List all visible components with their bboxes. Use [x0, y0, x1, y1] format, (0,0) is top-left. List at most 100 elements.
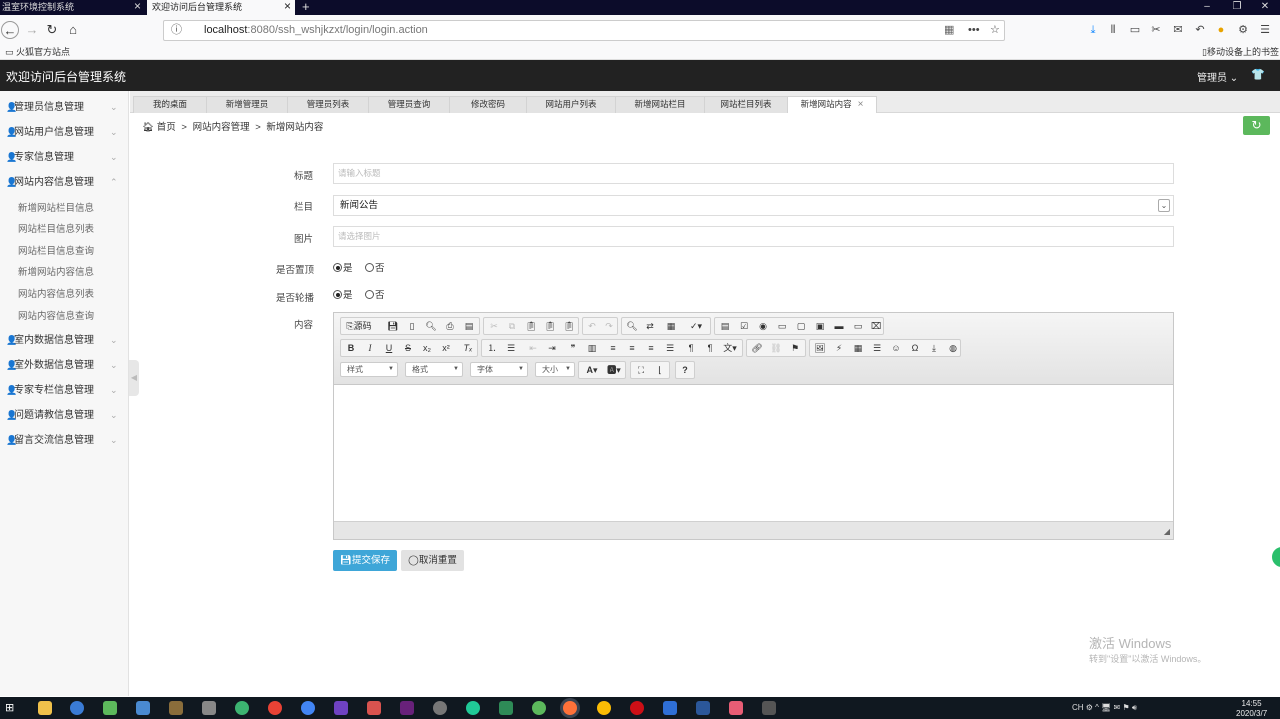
- resize-grip-icon[interactable]: ◢: [1164, 527, 1170, 536]
- close-icon[interactable]: ×: [284, 0, 291, 13]
- text-color-icon[interactable]: A▾: [582, 363, 602, 378]
- help-icon[interactable]: ?: [678, 363, 692, 378]
- ide-icon[interactable]: [334, 701, 348, 715]
- new-page-icon[interactable]: ▯: [405, 319, 419, 334]
- tab-add-content[interactable]: 新增网站内容 ×: [787, 96, 877, 113]
- smiley-icon[interactable]: ☺: [889, 341, 903, 356]
- tab-add-admin[interactable]: 新增管理员: [206, 96, 288, 113]
- ltr-icon[interactable]: ¶: [684, 341, 698, 356]
- italic-icon[interactable]: I: [363, 341, 377, 356]
- print-icon[interactable]: ⎙: [443, 319, 457, 334]
- app-icon[interactable]: [103, 701, 117, 715]
- radio-icon[interactable]: ◉: [756, 319, 770, 334]
- format-combo[interactable]: 格式 ▼: [405, 362, 463, 377]
- refresh-button[interactable]: ↻: [1243, 116, 1270, 135]
- extension-icon[interactable]: ●: [1214, 23, 1228, 37]
- redo-icon[interactable]: ↷: [602, 319, 616, 334]
- unlink-icon[interactable]: ⛓: [769, 341, 783, 356]
- bg-color-icon[interactable]: 🅰︎▾: [604, 363, 624, 378]
- close-icon[interactable]: ×: [134, 0, 141, 13]
- app-icon[interactable]: [532, 701, 546, 715]
- align-center-icon[interactable]: ≡: [625, 341, 639, 356]
- sidebar-item-questions[interactable]: 👤 问题请教信息管理 ⌄: [0, 403, 128, 428]
- size-combo[interactable]: 大小 ▼: [535, 362, 575, 377]
- subscript-icon[interactable]: x₂: [420, 341, 434, 356]
- cancel-reset-button[interactable]: ◯取消重置: [401, 550, 464, 571]
- bulleted-list-icon[interactable]: ☰: [504, 341, 518, 356]
- app-icon[interactable]: [499, 701, 513, 715]
- save-icon[interactable]: 💾︎: [386, 319, 400, 334]
- wechat-icon[interactable]: [235, 701, 249, 715]
- link-icon[interactable]: 🔗︎: [750, 341, 764, 356]
- iframe-icon[interactable]: ◍: [946, 341, 960, 356]
- submit-save-button[interactable]: 💾︎提交保存: [333, 550, 397, 571]
- undo-icon[interactable]: ↶: [1193, 23, 1207, 37]
- undo-icon[interactable]: ↶: [585, 319, 599, 334]
- tab-add-column[interactable]: 新增网站栏目: [615, 96, 705, 113]
- paste-text-icon[interactable]: 📋︎: [543, 319, 557, 334]
- minimize-icon[interactable]: –: [1192, 0, 1222, 15]
- paste-word-icon[interactable]: 📋︎: [562, 319, 576, 334]
- sidebar-item-expert-column[interactable]: 👤 专家专栏信息管理 ⌄: [0, 378, 128, 403]
- settings-icon[interactable]: ⚙: [1236, 23, 1250, 37]
- browser-tab-1[interactable]: 温室环境控制系统 ×: [0, 0, 145, 15]
- star-icon[interactable]: ☆: [990, 21, 1000, 40]
- superscript-icon[interactable]: x²: [439, 341, 453, 356]
- special-char-icon[interactable]: Ω: [908, 341, 922, 356]
- paste-icon[interactable]: 📋︎: [524, 319, 538, 334]
- select-icon[interactable]: ▣: [813, 319, 827, 334]
- show-blocks-icon[interactable]: ⌊: [653, 363, 667, 378]
- explorer-icon[interactable]: [38, 701, 52, 715]
- top-no-radio[interactable]: 否: [365, 260, 385, 274]
- tab-column-list[interactable]: 网站栏目列表: [704, 96, 788, 113]
- templates-icon[interactable]: ▤: [462, 319, 476, 334]
- remove-format-icon[interactable]: Tₓ: [461, 341, 475, 356]
- anchor-icon[interactable]: ⚑: [788, 341, 802, 356]
- cut-icon[interactable]: ✂: [487, 319, 501, 334]
- carousel-yes-radio[interactable]: 是: [333, 287, 353, 301]
- hidden-field-icon[interactable]: ⌧: [869, 319, 883, 334]
- rtl-icon[interactable]: ¶: [703, 341, 717, 356]
- firefox-icon[interactable]: [563, 701, 577, 715]
- floating-helper-badge[interactable]: [1270, 545, 1280, 569]
- opera-icon[interactable]: [630, 701, 644, 715]
- tab-my-desktop[interactable]: 我的桌面: [133, 96, 207, 113]
- skin-icon[interactable]: 👕: [1251, 68, 1265, 81]
- flash-icon[interactable]: ⚡: [832, 341, 846, 356]
- chat-icon[interactable]: ✉: [1171, 23, 1185, 37]
- taskbar-clock[interactable]: 14:55 2020/3/7: [1236, 699, 1267, 719]
- browser-app-icon[interactable]: [70, 701, 84, 715]
- admin-menu[interactable]: 管理员 ⌄: [1197, 69, 1238, 84]
- app-icon[interactable]: [762, 701, 776, 715]
- window-close-icon[interactable]: ✕: [1250, 0, 1280, 15]
- restore-icon[interactable]: ❐: [1222, 0, 1252, 15]
- windows-start-icon[interactable]: ⊞: [5, 701, 19, 715]
- sidebar-item-admin[interactable]: 👤 管理员信息管理 ⌄: [0, 95, 128, 120]
- tab-admin-query[interactable]: 管理员查询: [368, 96, 450, 113]
- app-icon[interactable]: [301, 701, 315, 715]
- numbered-list-icon[interactable]: ⒈: [485, 341, 499, 356]
- app-icon[interactable]: [202, 701, 216, 715]
- app-icon[interactable]: [169, 701, 183, 715]
- strike-icon[interactable]: S: [401, 341, 415, 356]
- spellcheck-icon[interactable]: ✓▾: [684, 319, 708, 334]
- chrome-icon[interactable]: [268, 701, 282, 715]
- bold-icon[interactable]: B: [344, 341, 358, 356]
- app-icon[interactable]: [729, 701, 743, 715]
- div-container-icon[interactable]: ▥: [585, 341, 599, 356]
- new-tab-button[interactable]: +: [300, 0, 316, 15]
- sidebar-subitem-content-list[interactable]: 网站内容信息列表: [18, 285, 94, 305]
- tab-site-user-list[interactable]: 网站用户列表: [526, 96, 616, 113]
- table-icon[interactable]: ▦: [851, 341, 865, 356]
- sidebar-item-experts[interactable]: 👤 专家信息管理 ⌄: [0, 145, 128, 170]
- select-all-icon[interactable]: ▦: [664, 319, 678, 334]
- column-select[interactable]: 新闻公告 ⌄: [333, 195, 1174, 216]
- app-icon[interactable]: [433, 701, 447, 715]
- image-input[interactable]: 请选择图片: [333, 226, 1174, 247]
- textarea-icon[interactable]: ▢: [794, 319, 808, 334]
- tab-change-password[interactable]: 修改密码: [449, 96, 527, 113]
- button-icon[interactable]: ▬: [832, 319, 846, 334]
- blockquote-icon[interactable]: ❞: [566, 341, 580, 356]
- title-input[interactable]: 请输入标题: [333, 163, 1174, 184]
- info-icon[interactable]: ⓘ: [171, 21, 182, 40]
